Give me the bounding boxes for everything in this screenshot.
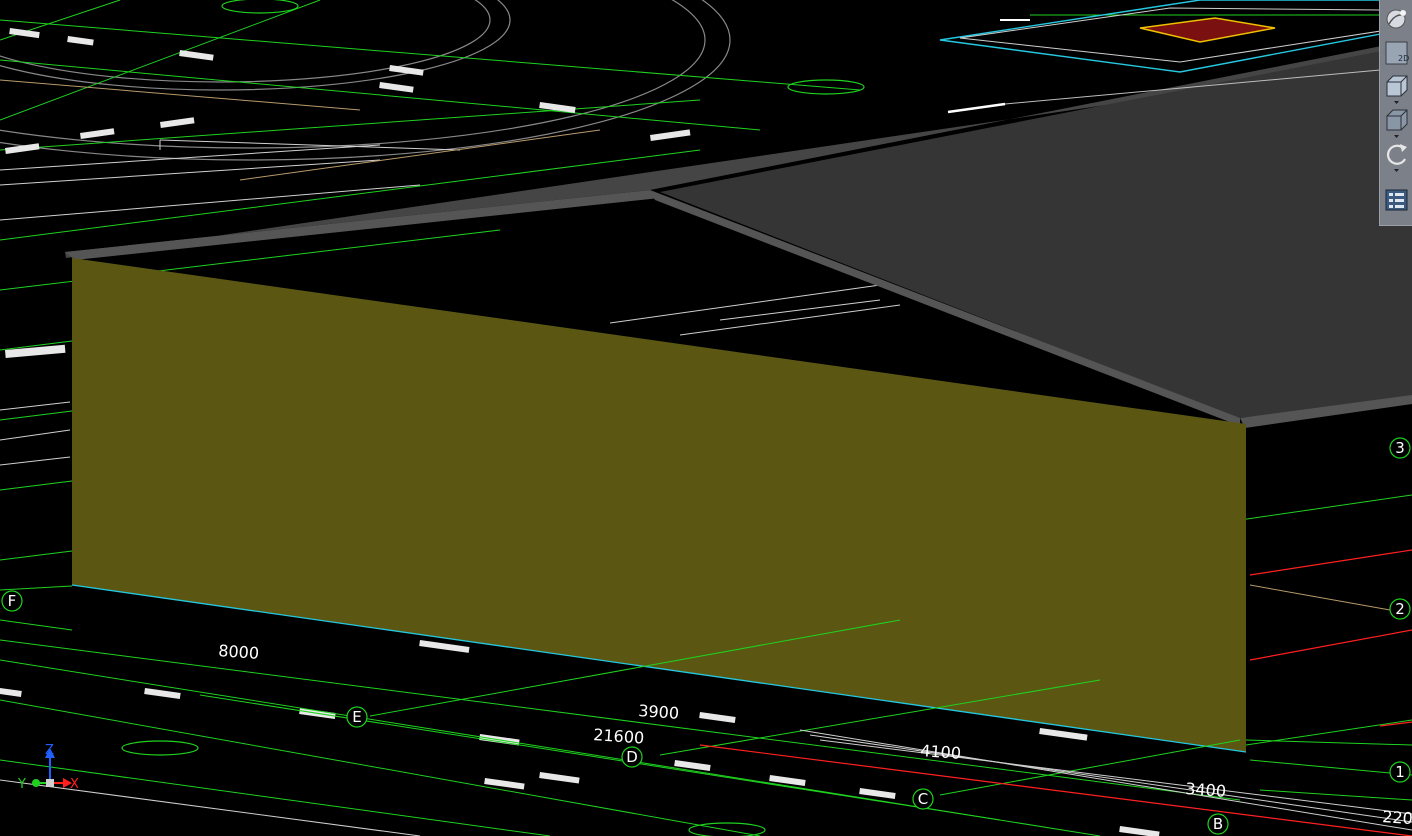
- steering-wheel-icon: [1386, 9, 1406, 29]
- dim-8000: 8000: [218, 641, 260, 663]
- view-cube-icon: [1386, 75, 1408, 104]
- grid-label-e: E: [352, 708, 361, 726]
- dim-3900: 3900: [638, 701, 680, 723]
- ucs-z-label: Z: [45, 743, 54, 758]
- grid-label-b: B: [1213, 815, 1223, 833]
- dim-21600: 21600: [593, 725, 645, 748]
- orbit-icon: [1387, 144, 1407, 172]
- show-motion-button[interactable]: [1383, 184, 1410, 218]
- ucs-y-label: Y: [17, 777, 26, 792]
- grid-label-d: D: [626, 748, 638, 766]
- 2d-view-icon: 2D: [1385, 41, 1409, 65]
- 2d-label: 2D: [1398, 54, 1409, 63]
- grid-label-3: 3: [1395, 439, 1405, 457]
- 2d-view-button[interactable]: 2D: [1383, 38, 1410, 72]
- zoom-extents-button[interactable]: [1383, 106, 1410, 140]
- navigation-bar: 2D: [1379, 0, 1412, 226]
- steering-wheel-button[interactable]: [1383, 4, 1410, 38]
- dim-3400: 3400: [1185, 779, 1227, 801]
- orbit-button[interactable]: [1383, 140, 1410, 174]
- grid-label-1: 1: [1395, 763, 1405, 781]
- grid-label-f: F: [8, 592, 17, 610]
- show-motion-icon: [1385, 189, 1408, 211]
- dim-4100: 4100: [920, 741, 962, 763]
- grid-label-2: 2: [1395, 600, 1405, 618]
- cube-icon: [1386, 109, 1408, 138]
- grid-label-c: C: [918, 790, 928, 808]
- dim-220: 220: [1382, 807, 1412, 828]
- ucs-x-label: X: [70, 777, 79, 792]
- drawing-viewport[interactable]: 8000 3900 21600 4100 3400 220 F E D C B …: [0, 0, 1412, 836]
- view-cube-front-button[interactable]: [1383, 72, 1410, 106]
